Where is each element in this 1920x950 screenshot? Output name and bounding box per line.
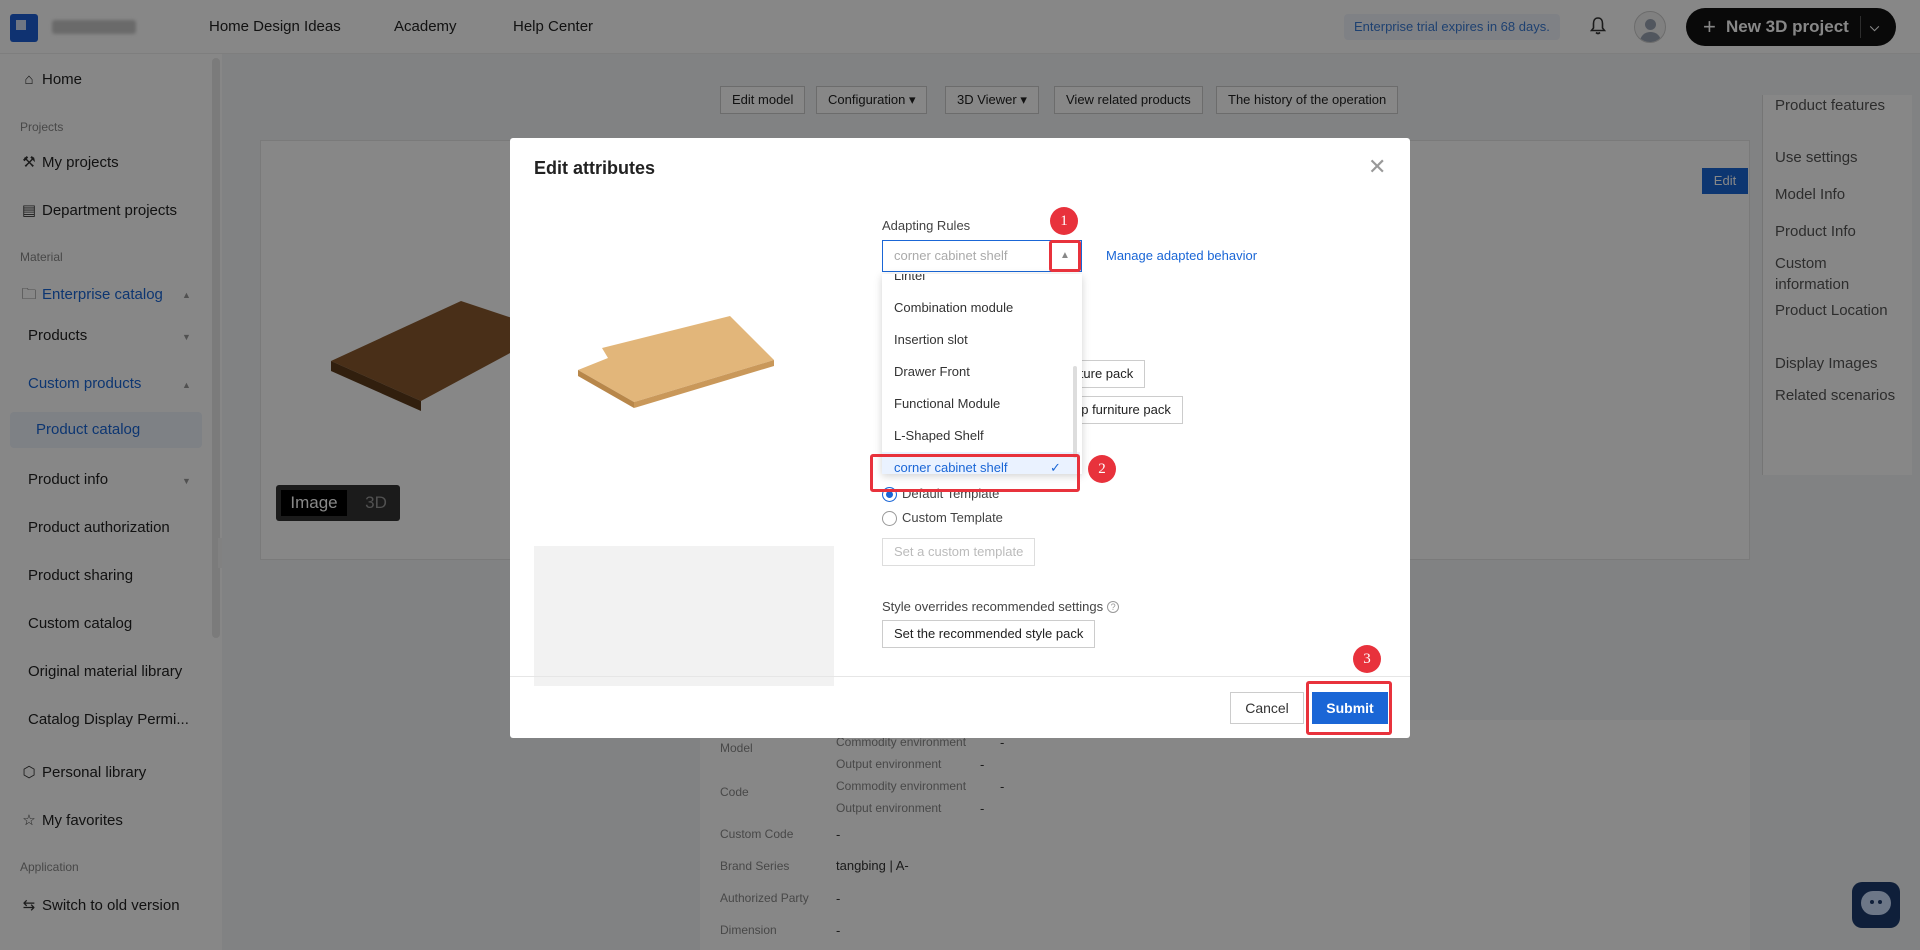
annotation-badge-1: 1 (1050, 207, 1078, 235)
shelf-preview-image (578, 316, 774, 408)
set-style-pack-button[interactable]: Set the recommended style pack (882, 620, 1096, 648)
annotation-box-3 (1306, 681, 1392, 735)
custom-template-radio[interactable] (882, 511, 897, 526)
custom-template-label[interactable]: Custom Template (902, 510, 1003, 525)
modal-footer-divider (510, 676, 1410, 677)
dropdown-scrollbar[interactable] (1073, 366, 1077, 458)
modal-title: Edit attributes (534, 158, 656, 178)
manage-adapted-behavior-link[interactable]: Manage adapted behavior (1106, 248, 1257, 263)
style-overrides-text: Style overrides recommended settings (882, 599, 1104, 614)
adapting-rules-dropdown: Lintel Combination module Insertion slot… (882, 274, 1082, 474)
cancel-button[interactable]: Cancel (1230, 692, 1304, 724)
annotation-box-1 (1049, 240, 1081, 272)
set-custom-template-button[interactable]: Set a custom template (882, 538, 1036, 566)
close-icon[interactable]: ✕ (1368, 154, 1386, 180)
annotation-box-2 (870, 454, 1080, 492)
option-combination-module[interactable]: Combination module (882, 292, 1080, 324)
annotation-badge-2: 2 (1088, 455, 1116, 483)
adapting-rules-label: Adapting Rules (882, 218, 971, 233)
secondary-preview (534, 546, 834, 686)
edit-attributes-modal: Edit attributes ✕ Adapting Rules corner … (510, 138, 1410, 738)
option-insertion-slot[interactable]: Insertion slot (882, 324, 1080, 356)
option-lintel[interactable]: Lintel (882, 274, 1080, 292)
style-overrides-label: Style overrides recommended settings? (882, 599, 1120, 614)
option-functional-module[interactable]: Functional Module (882, 388, 1080, 420)
product-preview (534, 200, 834, 600)
annotation-badge-3: 3 (1353, 645, 1381, 673)
help-icon[interactable]: ? (1107, 601, 1120, 613)
option-drawer-front[interactable]: Drawer Front (882, 356, 1080, 388)
option-l-shaped-shelf[interactable]: L-Shaped Shelf (882, 420, 1080, 452)
